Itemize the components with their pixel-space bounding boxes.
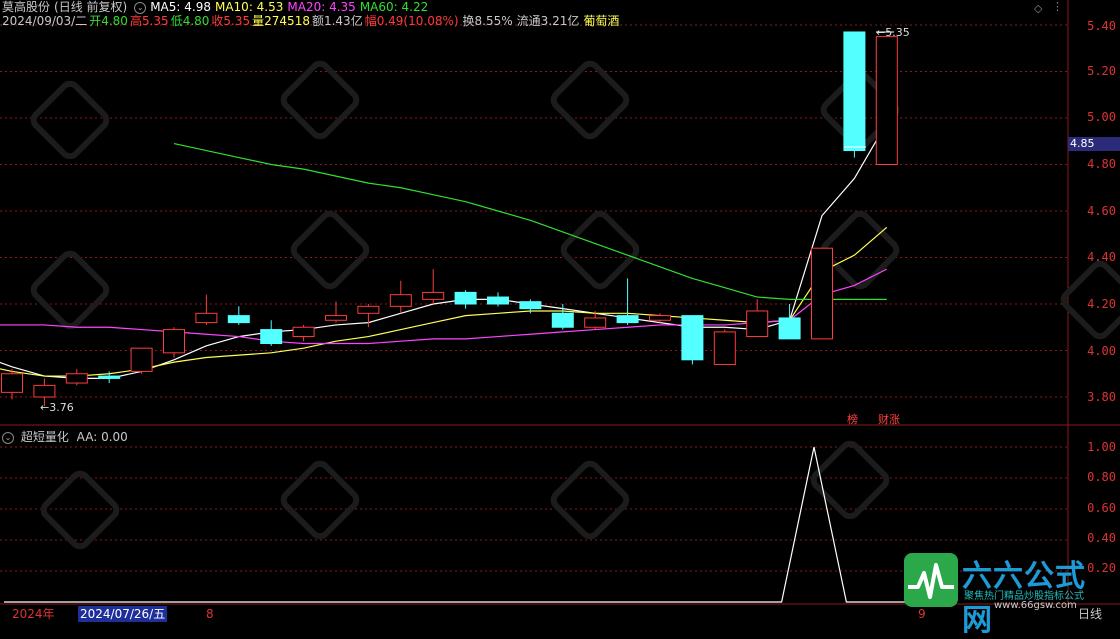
candle-body xyxy=(65,373,88,384)
arrow-left-icon: ← xyxy=(876,26,886,39)
arrow-left-icon: ← xyxy=(40,401,50,414)
candle-body xyxy=(1,373,23,393)
candle-body xyxy=(681,315,704,361)
watermark-logo-icon xyxy=(30,80,110,160)
watermark-logo-icon xyxy=(810,440,890,520)
candle-body xyxy=(584,317,607,328)
indicator-tick: 0.40 xyxy=(1087,531,1116,545)
indicator-value: AA: 0.00 xyxy=(76,430,128,444)
watermark-logo-icon xyxy=(30,250,110,330)
candle-body xyxy=(389,294,412,307)
candle-body xyxy=(454,291,477,305)
candle-body xyxy=(325,315,347,321)
open-price: 开4.80 xyxy=(89,14,128,28)
price-tick: 4.00 xyxy=(1087,344,1116,358)
price-tick: 4.60 xyxy=(1087,204,1116,218)
indicator-name[interactable]: 超短量化 xyxy=(21,430,69,444)
period-label: (日线 前复权) xyxy=(54,0,128,14)
current-price-tag: 4.85 xyxy=(1068,137,1120,151)
volume-value: 量274518 xyxy=(252,14,310,28)
candle-body xyxy=(260,329,283,345)
candle-body xyxy=(163,329,185,354)
cursor-date: 2024/07/26/五 xyxy=(78,606,168,622)
candle-body xyxy=(227,315,250,324)
candle-body xyxy=(519,301,542,310)
sector-label[interactable]: 葡萄酒 xyxy=(583,14,619,28)
logo-url: www.66gsw.com xyxy=(994,600,1077,611)
candle-body xyxy=(551,312,574,328)
candle-body xyxy=(649,315,671,321)
high-price: 高5.35 xyxy=(129,14,169,28)
price-tick: 4.80 xyxy=(1087,157,1116,171)
indicator-tick: 0.80 xyxy=(1087,470,1116,484)
high-marker-value: 5.35 xyxy=(885,26,910,39)
candle-body xyxy=(487,296,509,305)
candle-body xyxy=(746,310,769,338)
watermark-logo-icon xyxy=(560,210,640,290)
chevron-down-icon[interactable]: ⌄ xyxy=(134,1,147,14)
candle-body xyxy=(875,36,898,165)
low-price: 低4.80 xyxy=(170,14,210,28)
year-label: 2024年 xyxy=(12,607,55,621)
ma20-value: MA20: 4.35 xyxy=(287,0,356,14)
price-tick: 4.40 xyxy=(1087,250,1116,264)
amount-value: 额1.43亿 xyxy=(311,14,363,28)
candle-body xyxy=(422,291,445,300)
price-tick: 5.20 xyxy=(1087,64,1116,78)
high-marker: ←5.35 xyxy=(876,26,910,39)
candle-body xyxy=(292,326,315,338)
candle-body xyxy=(811,247,833,340)
low-marker-value: 3.76 xyxy=(49,401,74,414)
caizhang-tag[interactable]: 财涨 xyxy=(878,411,900,427)
candle-body xyxy=(616,315,639,324)
ma10-value: MA10: 4.53 xyxy=(214,0,284,14)
indicator-aa-line xyxy=(4,446,912,603)
watermark-logo-icon xyxy=(550,460,630,540)
bang-tag[interactable]: 榜 xyxy=(847,411,858,427)
site-logo: 六六公式网 聚焦热门精品炒股指标公式 www.66gsw.com xyxy=(902,551,1116,638)
settings-diamond-icon[interactable]: ◇ xyxy=(1034,2,1042,15)
ma5-value: MA5: 4.98 xyxy=(150,0,211,14)
candle-body xyxy=(778,317,801,340)
candle-body xyxy=(357,305,380,314)
month-mark: 8 xyxy=(206,607,214,621)
price-tick: 3.80 xyxy=(1087,390,1116,404)
watermark-logo-icon xyxy=(550,60,630,140)
candle-body xyxy=(713,331,736,365)
indicator-header: ⌄ 超短量化 AA: 0.00 xyxy=(2,428,128,445)
candle-body xyxy=(98,375,121,379)
indicator-tick: 1.00 xyxy=(1087,440,1116,454)
candle-body xyxy=(195,312,218,324)
bar-date: 2024/09/03/二 xyxy=(2,14,88,28)
watermark-logo-icon xyxy=(40,470,120,550)
price-tick: 5.40 xyxy=(1087,19,1116,33)
candle-body xyxy=(33,384,56,398)
candle-body xyxy=(130,347,153,372)
change-value: 幅0.49(10.08%) xyxy=(364,14,459,28)
menu-dots-icon[interactable]: ⋮ xyxy=(1052,0,1063,13)
ma60-line xyxy=(173,142,887,300)
watermark-logo-icon xyxy=(280,460,360,540)
kline-chart-canvas[interactable] xyxy=(0,0,1120,623)
low-marker: ←3.76 xyxy=(40,401,74,414)
float-cap-value: 流通3.21亿 xyxy=(516,14,580,28)
candle-body xyxy=(843,31,866,152)
price-tick: 5.00 xyxy=(1087,110,1116,124)
ma5-line xyxy=(0,122,888,379)
price-tick: 4.20 xyxy=(1087,297,1116,311)
watermark-logo-icon xyxy=(280,60,360,140)
stock-name[interactable]: 莫高股份 xyxy=(2,0,50,14)
info-bar: 莫高股份 (日线 前复权) ⌄ MA5: 4.98 MA10: 4.53 MA20: 4.… xyxy=(0,0,1068,28)
close-price: 收5.35 xyxy=(211,14,251,28)
logo-emblem-icon xyxy=(904,553,958,607)
turnover-value: 换8.55% xyxy=(462,14,513,28)
chevron-down-icon[interactable]: ⌄ xyxy=(2,431,14,444)
ma60-value: MA60: 4.22 xyxy=(359,0,429,14)
indicator-tick: 0.60 xyxy=(1087,501,1116,515)
watermark-logo-icon xyxy=(290,210,370,290)
